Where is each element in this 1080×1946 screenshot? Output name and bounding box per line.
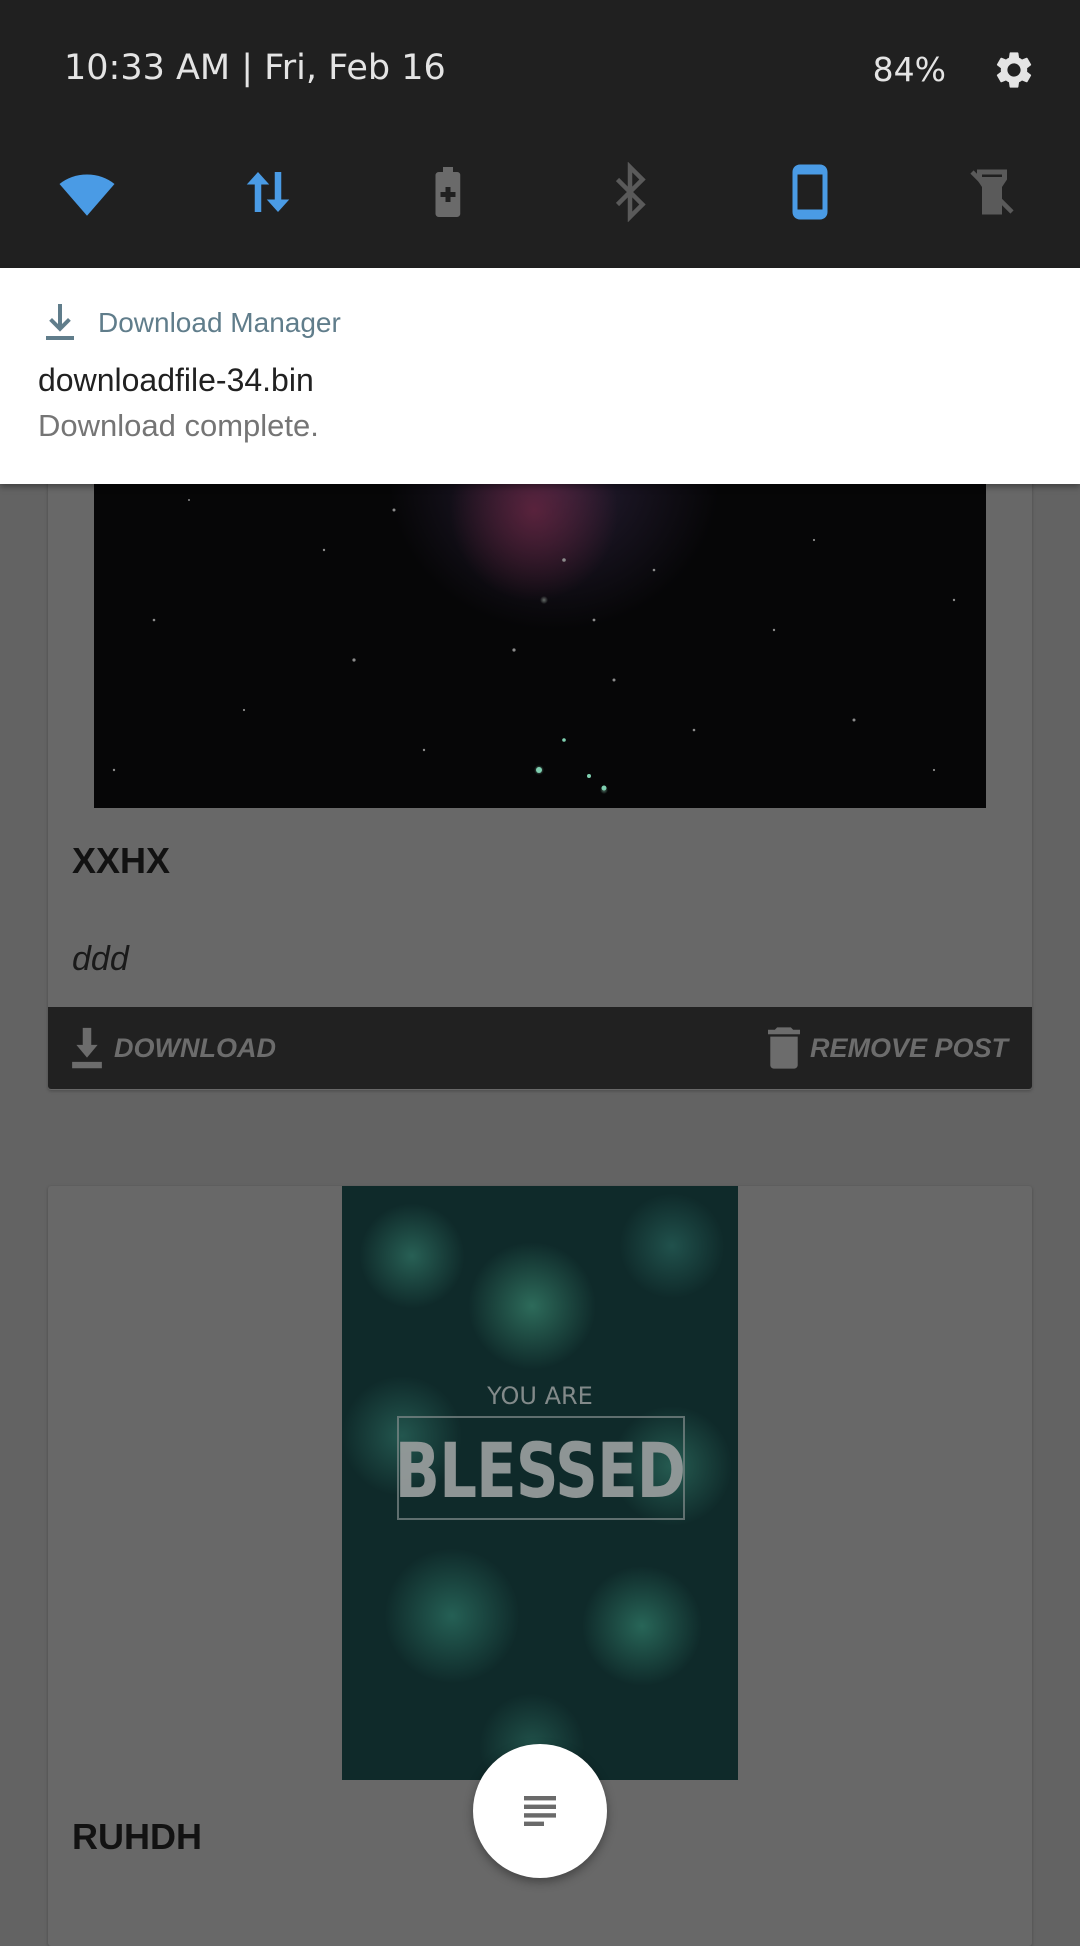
post-image-succulent-poster[interactable]: YOU ARE BLESSED xyxy=(342,1186,738,1780)
mobile-data-tile[interactable] xyxy=(228,150,308,234)
battery-saver-tile[interactable] xyxy=(408,150,488,234)
remove-post-button[interactable]: REMOVE POST xyxy=(767,1007,1008,1089)
notification-title: downloadfile-34.bin xyxy=(38,362,314,398)
shade-header: 10:33 AM | Fri, Feb 16 84% xyxy=(0,0,1080,140)
wifi-icon xyxy=(59,174,115,216)
trash-icon xyxy=(767,1027,800,1069)
battery-percentage: 84% xyxy=(872,50,946,89)
download-icon xyxy=(46,304,74,340)
sort-lines-icon xyxy=(524,1796,556,1826)
notification-app-name: Download Manager xyxy=(98,307,341,338)
post-title: XXHX xyxy=(72,840,171,881)
flashlight-off-icon xyxy=(970,169,1014,215)
auto-rotate-tile[interactable] xyxy=(770,150,850,234)
date-time[interactable]: 10:33 AM | Fri, Feb 16 xyxy=(64,48,446,88)
remove-post-label: REMOVE POST xyxy=(809,1032,1008,1063)
flashlight-tile[interactable] xyxy=(952,150,1032,234)
download-label: DOWNLOAD xyxy=(114,1032,276,1063)
quick-settings-shade: 10:33 AM | Fri, Feb 16 84% xyxy=(0,0,1080,268)
battery-saver-icon xyxy=(435,167,461,217)
bluetooth-off-icon xyxy=(615,162,646,222)
poster-big-text: BLESSED xyxy=(394,1426,686,1515)
download-icon xyxy=(72,1027,102,1069)
quick-tiles-row xyxy=(0,150,1080,234)
notification-text: Download complete. xyxy=(38,408,319,443)
post-action-bar: DOWNLOAD REMOVE POST xyxy=(48,1007,1032,1089)
auto-rotate-icon xyxy=(792,164,828,220)
mobile-data-icon xyxy=(246,172,290,212)
bluetooth-tile[interactable] xyxy=(590,150,670,234)
sort-fab-button[interactable] xyxy=(473,1744,607,1878)
notification-header: Download Manager xyxy=(44,304,341,342)
post-description: ddd xyxy=(72,940,129,978)
poster-small-text: YOU ARE xyxy=(487,1382,593,1410)
settings-gear-icon[interactable] xyxy=(992,48,1036,92)
wifi-tile[interactable] xyxy=(47,150,127,234)
download-button[interactable]: DOWNLOAD xyxy=(70,1007,276,1089)
post-title: RUHDH xyxy=(72,1816,202,1857)
download-notification[interactable]: Download Manager downloadfile-34.bin Dow… xyxy=(0,268,1080,484)
